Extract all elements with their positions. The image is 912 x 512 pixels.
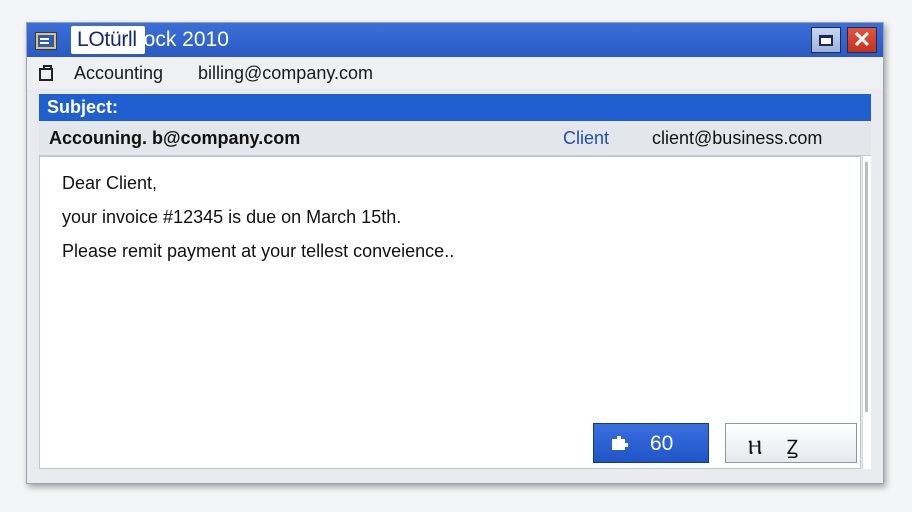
sender-name[interactable]: Accounting <box>74 63 163 84</box>
close-icon: ✕ <box>852 27 872 52</box>
window-title-suffix-box: lock 2010 <box>133 26 235 54</box>
email-window: LOtürll lock 2010 ✕ Accounting billing@c… <box>26 22 884 484</box>
folder-icon[interactable] <box>39 65 53 81</box>
body-line-2: your invoice #12345 is due on March 15th… <box>62 207 402 227</box>
mail-app-icon[interactable] <box>35 32 57 50</box>
scrollbar-thumb[interactable] <box>865 162 868 412</box>
puzzle-icon <box>612 436 628 450</box>
body-line-1: Dear Client, <box>62 173 158 193</box>
window-title-prefix: LOtürll <box>77 28 137 51</box>
secondary-button-label: Ⲏ Ꙁ <box>748 437 801 459</box>
window-title-suffix: lock 2010 <box>139 28 229 51</box>
vertical-scrollbar[interactable] <box>862 156 871 469</box>
subject-bar[interactable]: Subject: <box>39 94 871 121</box>
send-button[interactable]: 60 <box>593 423 709 463</box>
from-field[interactable]: Accouning. b@company.com <box>49 128 300 149</box>
toolbar: Accounting billing@company.com <box>27 57 883 89</box>
close-button[interactable]: ✕ <box>847 27 877 53</box>
subject-label: Subject: <box>47 97 119 117</box>
maximize-button[interactable] <box>811 27 841 53</box>
body-line-3: Please remit payment at your tellest con… <box>62 241 455 261</box>
sender-email[interactable]: billing@company.com <box>198 63 373 84</box>
to-email[interactable]: client@business.com <box>652 128 822 149</box>
maximize-icon <box>819 34 833 46</box>
secondary-button[interactable]: Ⲏ Ꙁ <box>725 423 857 463</box>
send-button-label: 60 <box>650 432 674 455</box>
title-bar[interactable]: LOtürll lock 2010 ✕ <box>27 23 883 58</box>
to-label: Client <box>563 128 610 148</box>
message-header: Accouning. b@company.com Client client@b… <box>39 121 871 156</box>
